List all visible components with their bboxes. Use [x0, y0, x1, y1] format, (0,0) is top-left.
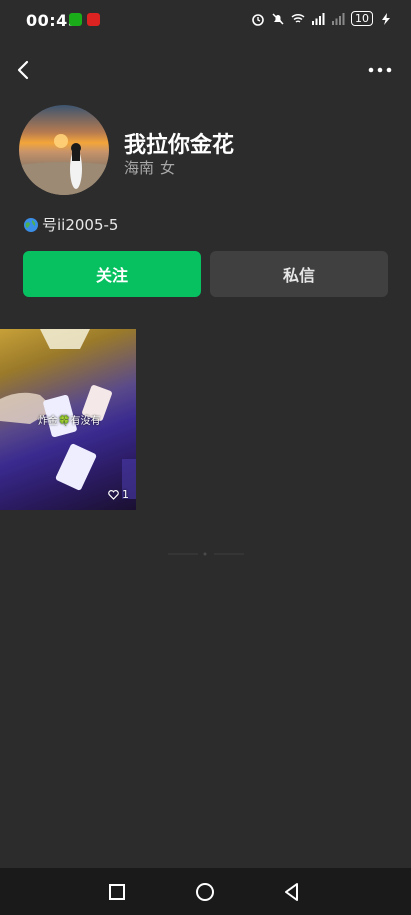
back-icon[interactable] [12, 56, 36, 84]
top-nav [0, 50, 411, 90]
heart-icon [108, 489, 119, 500]
back-nav-icon[interactable] [280, 880, 304, 904]
profile-region: 海南 [124, 159, 155, 177]
signal-icon [312, 12, 325, 25]
video-caption: 炸金🍀有没有 [38, 416, 101, 427]
profile-gender: 女 [160, 159, 176, 177]
video-like-count: 1 [122, 488, 129, 501]
wechat-notification-icon [69, 13, 82, 26]
follow-button[interactable]: 关注 [23, 251, 201, 297]
signal-weak-icon [332, 12, 345, 25]
mute-icon [272, 12, 284, 25]
end-of-list-divider [168, 552, 244, 556]
wifi-icon [291, 13, 305, 23]
video-thumbnail[interactable]: 炸金🍀有没有 1 [0, 329, 136, 510]
profile-id: 号ii2005-5 [23, 214, 118, 235]
status-icons: 10 [251, 11, 393, 26]
avatar-image [19, 134, 109, 195]
profile-meta: 海南 女 [124, 157, 175, 178]
system-nav-bar [0, 868, 411, 915]
video-likes: 1 [108, 488, 129, 501]
profile-name: 我拉你金花 [124, 133, 235, 158]
globe-icon [24, 217, 38, 232]
charging-icon [382, 12, 390, 25]
status-bar: 00:45 10 [0, 0, 411, 42]
home-icon[interactable] [193, 880, 217, 904]
profile-id-text: 号ii2005-5 [42, 216, 119, 234]
app-notification-icon [87, 13, 100, 26]
avatar[interactable] [19, 105, 109, 195]
alarm-icon [252, 13, 264, 26]
message-button[interactable]: 私信 [210, 251, 388, 297]
battery-level: 10 [351, 11, 373, 26]
more-icon[interactable] [367, 56, 393, 84]
recents-icon[interactable] [105, 880, 129, 904]
